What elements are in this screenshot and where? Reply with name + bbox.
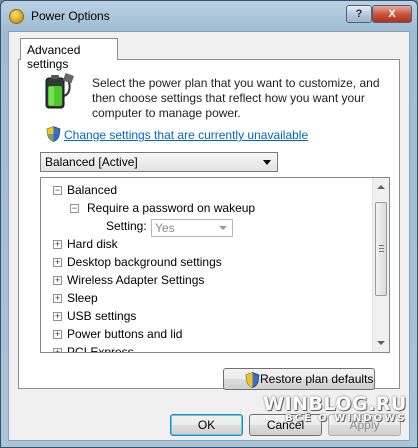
chevron-down-icon bbox=[263, 160, 271, 165]
expand-icon[interactable]: + bbox=[53, 312, 62, 321]
tree-item-label: Balanced bbox=[67, 183, 118, 197]
chevron-down-icon bbox=[219, 226, 227, 230]
scroll-up-icon[interactable] bbox=[377, 185, 385, 189]
window-title: Power Options bbox=[31, 9, 110, 23]
grip-line bbox=[379, 251, 384, 252]
power-options-window: Power Options ? X Advanced settings Sele… bbox=[0, 0, 418, 448]
collapse-icon[interactable]: − bbox=[53, 186, 62, 195]
plan-description: Select the power plan that you want to c… bbox=[92, 76, 380, 120]
expand-icon[interactable]: + bbox=[53, 276, 62, 285]
close-button[interactable]: X bbox=[372, 5, 412, 23]
expand-icon[interactable]: + bbox=[53, 330, 62, 339]
scroll-thumb[interactable] bbox=[375, 202, 387, 296]
uac-shield-icon bbox=[46, 126, 61, 142]
help-button[interactable]: ? bbox=[346, 5, 372, 23]
grip-line bbox=[379, 245, 384, 246]
setting-value-dropdown[interactable]: Yes bbox=[151, 219, 233, 237]
expand-icon[interactable]: + bbox=[53, 294, 62, 303]
tree-item-label: Hard disk bbox=[67, 237, 118, 251]
power-plan-select-value: Balanced [Active] bbox=[45, 155, 138, 169]
uac-shield-icon bbox=[245, 372, 260, 388]
tree-item-label: PCI Express bbox=[67, 345, 134, 353]
expand-icon[interactable]: + bbox=[53, 240, 62, 249]
expand-icon[interactable]: + bbox=[53, 348, 62, 352]
expand-icon[interactable]: + bbox=[53, 258, 62, 267]
scroll-down-icon[interactable] bbox=[377, 341, 385, 345]
battery-plug-icon bbox=[45, 73, 74, 109]
ok-button[interactable]: OK bbox=[170, 414, 243, 436]
change-settings-link[interactable]: Change settings that are currently unava… bbox=[64, 128, 308, 142]
tree-item-label: Desktop background settings bbox=[67, 255, 222, 269]
advanced-settings-panel: Select the power plan that you want to c… bbox=[18, 59, 400, 390]
apply-button[interactable]: Apply bbox=[328, 414, 401, 436]
setting-label: Setting: bbox=[106, 219, 147, 233]
power-options-icon bbox=[9, 9, 24, 24]
dialog-client-area: Advanced settings Select the power plan … bbox=[8, 31, 410, 441]
restore-plan-defaults-button[interactable]: Restore plan defaults bbox=[223, 368, 375, 390]
title-bar[interactable]: Power Options ? X bbox=[1, 1, 417, 31]
tab-advanced-settings[interactable]: Advanced settings bbox=[20, 38, 118, 71]
collapse-icon[interactable]: − bbox=[70, 204, 79, 213]
tree-item-label: Require a password on wakeup bbox=[87, 201, 256, 215]
tree-scrollbar[interactable] bbox=[372, 178, 389, 352]
tree-item-label: Wireless Adapter Settings bbox=[67, 273, 205, 287]
power-plan-select[interactable]: Balanced [Active] bbox=[40, 152, 278, 172]
grip-line bbox=[379, 248, 384, 249]
tree-item-label: USB settings bbox=[67, 309, 137, 323]
restore-button-label: Restore plan defaults bbox=[260, 372, 374, 386]
setting-value: Yes bbox=[155, 221, 175, 235]
tree-item-label: Sleep bbox=[67, 291, 98, 305]
settings-tree[interactable]: − Balanced − Require a password on wakeu… bbox=[40, 177, 390, 353]
cancel-button[interactable]: Cancel bbox=[249, 414, 322, 436]
tree-item-label: Power buttons and lid bbox=[67, 327, 183, 341]
